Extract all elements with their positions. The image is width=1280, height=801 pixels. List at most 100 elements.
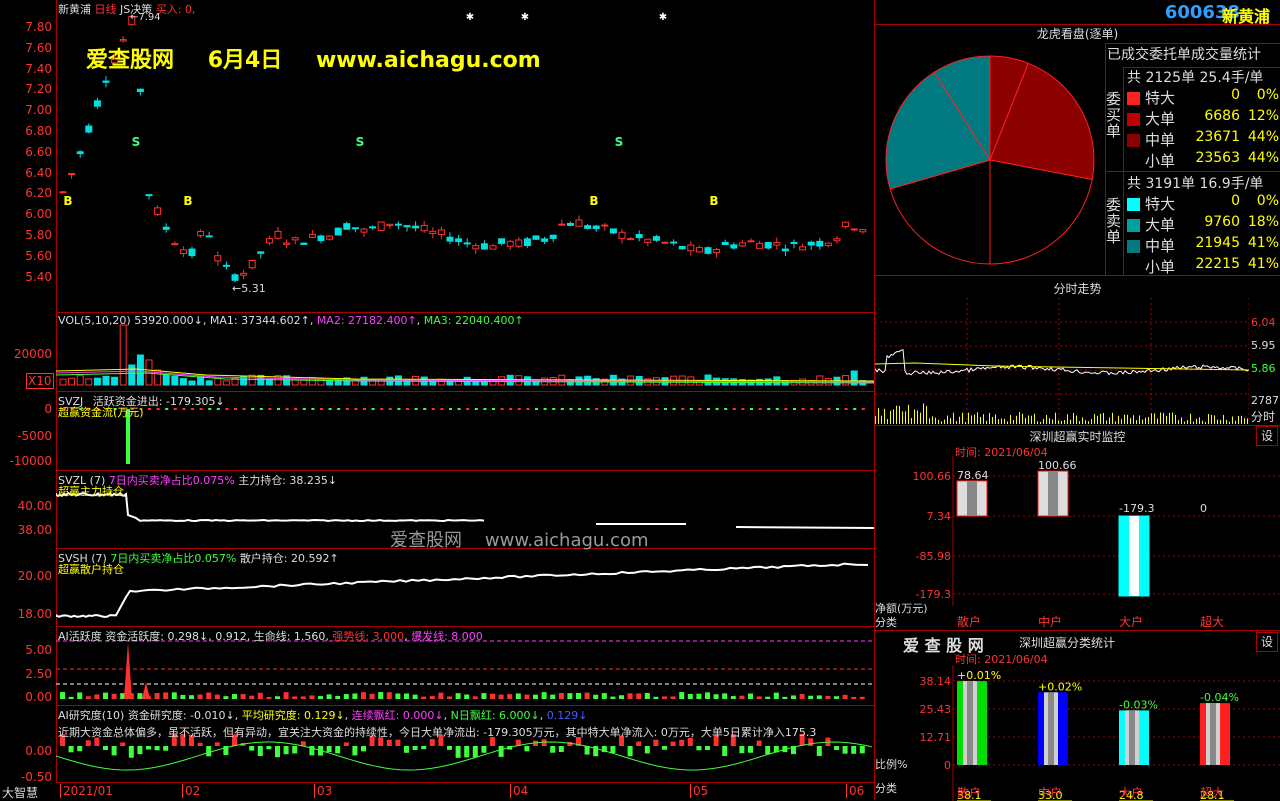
order-count: 6686 [1204, 108, 1240, 124]
svzl-pane[interactable]: SVZL (7) 7日内买卖净占比0.075% 主力持仓: 38.235↓ 超赢… [56, 471, 874, 551]
ai-bar [163, 692, 169, 699]
intraday-vol-bar [1058, 420, 1059, 424]
research-bar [197, 742, 203, 746]
intraday-vol-bar [1013, 420, 1014, 424]
monitor-class-label: 中户 [1038, 615, 1063, 629]
svzj-dot [578, 408, 581, 410]
svzj-dot [242, 408, 246, 410]
ai-bar [197, 694, 203, 699]
candle-body [541, 238, 549, 242]
svzj-dot [560, 408, 564, 410]
intraday-vol-bar [1181, 417, 1182, 424]
order-pct: 0% [1256, 87, 1279, 103]
svsh-hold: 散户持仓: 20.592↑ [239, 552, 339, 565]
stats-change: +0.01% [957, 669, 1001, 682]
order-color-swatch [1127, 113, 1140, 126]
low-price-label: ←5.31 [232, 282, 266, 295]
intraday-vol-bar [881, 415, 882, 424]
intraday-vol-bar [1160, 412, 1161, 424]
monitor-settings-button[interactable]: 设 [1256, 426, 1278, 446]
research-bar [429, 739, 435, 746]
monitor-bar-shade [967, 480, 977, 516]
candle-body [738, 242, 746, 247]
vol-y-axis: 20000 X10 [0, 313, 57, 391]
vol-ma3: MA3: 22040.400↑ [423, 314, 524, 327]
ai-bar [834, 696, 839, 699]
candle-body [816, 240, 824, 247]
stats-settings-button[interactable]: 设 [1256, 632, 1278, 652]
intraday-vol-bar [1037, 421, 1038, 424]
order-color-swatch [1127, 92, 1140, 105]
ai-research-pane[interactable]: AI研究度(10) 资金研究度: -0.010↓, 平均研究度: 0.129↓,… [56, 706, 874, 783]
research-bar [103, 746, 108, 751]
candle-body [472, 245, 480, 250]
intraday-vol-bar [917, 410, 918, 424]
main-y-tick: 7.20 [25, 82, 52, 97]
ai-bar [696, 693, 702, 699]
intraday-vol-bar [1178, 420, 1179, 424]
svsh-pane[interactable]: SVSH (7) 7日内买卖净占比0.057% 散户持仓: 20.592↑ 超赢… [56, 549, 874, 627]
candle-body [747, 240, 755, 243]
candle-body [377, 221, 385, 231]
intraday-vol-bar [953, 412, 954, 424]
svzj-dot [689, 408, 693, 410]
ai-bar [257, 692, 263, 699]
star-marker: ✱ [521, 12, 529, 23]
intraday-vol-bar [1211, 414, 1212, 424]
ai-bar [378, 692, 384, 699]
vol-pane[interactable]: VOL(5,10,20) 53920.000↓, MA1: 37344.602↑… [56, 313, 874, 392]
svzj-dot [655, 408, 659, 410]
order-type-label: 小单 [1145, 258, 1176, 276]
svzj-dot [681, 408, 685, 410]
intraday-vol-bar [896, 405, 897, 424]
intraday-vol-bar [992, 416, 993, 424]
svzj-sub: 超赢资金流(万元) [58, 406, 144, 419]
candle-body [420, 224, 428, 232]
intraday-vol-bar [926, 406, 927, 424]
intraday-vol-bar [1139, 415, 1140, 424]
svzj-pane[interactable]: SVZJ 活跃资金进出: -179.305↓ 超赢资金流(万元) [56, 392, 874, 471]
stats-chart: 38.1425.4312.710+0.01%38.1+0.02%33.0-0.0… [920, 665, 1280, 801]
ai-bar [232, 694, 237, 699]
svzj-dot [440, 408, 444, 410]
svzj-dot [526, 408, 530, 410]
ai-bar [111, 693, 117, 699]
ai-bar [490, 693, 495, 699]
vol-bar [179, 378, 187, 386]
ai-active-y-axis: 5.00 2.50 0.00 [0, 627, 57, 705]
monitor-panel: 深圳超赢实时监控 设 时间: 2021/06/04 100.66 7.34 -85.… [875, 425, 1280, 631]
ai-bar [644, 693, 650, 699]
svzl-line-3 [735, 526, 874, 529]
svzj-dot [285, 408, 289, 410]
ai-spike-2 [142, 682, 150, 699]
svzj-dot [793, 408, 796, 410]
stats-y-tick: 0 [944, 759, 951, 772]
ai-bar [533, 694, 538, 699]
research-bar [636, 741, 642, 746]
intraday-vol-bar [884, 408, 885, 424]
ai-bar [214, 694, 220, 699]
candlestick-chart[interactable]: B S B S B S B ✱ ✱ ✱ [56, 0, 874, 312]
vol-y-tick: 20000 [13, 347, 52, 361]
main-chart-pane[interactable]: 新黄浦 日线 JS决策 买入: 0, 爱查股网 6月4日 www.aichagu… [56, 0, 874, 313]
stats-change: +0.02% [1038, 680, 1082, 693]
intraday-panel[interactable]: 分时走势 6.04 5.95 5.86 2787 分时 [875, 275, 1280, 426]
intraday-vol-bar [1082, 417, 1083, 424]
intraday-vol-bar [1184, 421, 1185, 424]
signal-s-label: S [356, 135, 365, 149]
intraday-tick-0: 6.04 [1251, 316, 1276, 329]
svzj-dot [672, 408, 676, 410]
ai-active-pane[interactable]: AI活跃度 资金活跃度: 0.298↓, 0.912, 生命线: 1.560, … [56, 627, 874, 706]
ai-bar [773, 692, 779, 699]
svzj-dot [810, 408, 814, 410]
ai-bar [240, 694, 246, 699]
research-bar [722, 746, 728, 757]
research-bar [326, 746, 332, 753]
intraday-vol-bar [1187, 420, 1188, 424]
svzj-dot [380, 408, 384, 410]
intraday-vol-bar [1220, 419, 1221, 424]
intraday-vol-bar [893, 409, 894, 424]
research-bar [266, 746, 272, 750]
intraday-vol-bar [1247, 418, 1248, 424]
svzj-dot [234, 408, 237, 410]
